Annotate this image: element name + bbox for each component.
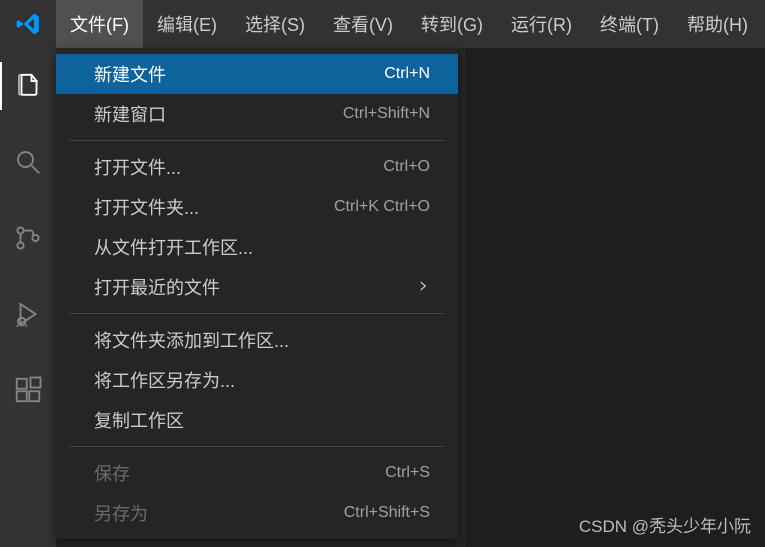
- menu-item-label: 另存为: [94, 500, 344, 526]
- menu-new-window[interactable]: 新建窗口 Ctrl+Shift+N: [56, 94, 458, 134]
- menu-item-shortcut: Ctrl+K Ctrl+O: [334, 198, 430, 216]
- file-menu-dropdown: 新建文件 Ctrl+N 新建窗口 Ctrl+Shift+N 打开文件... Ct…: [56, 48, 458, 539]
- menubar: 文件(F) 编辑(E) 选择(S) 查看(V) 转到(G) 运行(R) 终端(T…: [56, 0, 762, 48]
- menu-edit[interactable]: 编辑(E): [143, 0, 231, 48]
- menu-item-label: 复制工作区: [94, 407, 430, 433]
- menu-save[interactable]: 保存 Ctrl+S: [56, 453, 458, 493]
- explorer-icon[interactable]: [0, 62, 56, 110]
- menu-separator: [70, 313, 444, 314]
- menu-duplicate-workspace[interactable]: 复制工作区: [56, 400, 458, 440]
- extensions-icon[interactable]: [0, 366, 56, 414]
- source-control-icon[interactable]: [0, 214, 56, 262]
- menu-save-as[interactable]: 另存为 Ctrl+Shift+S: [56, 493, 458, 533]
- menu-view[interactable]: 查看(V): [319, 0, 407, 48]
- menu-item-shortcut: Ctrl+Shift+N: [343, 105, 430, 123]
- menu-item-shortcut: Ctrl+S: [385, 464, 430, 482]
- menu-item-label: 打开文件夹...: [94, 194, 334, 220]
- menu-item-label: 将文件夹添加到工作区...: [94, 327, 430, 353]
- menu-item-label: 打开文件...: [94, 154, 383, 180]
- menu-go[interactable]: 转到(G): [407, 0, 497, 48]
- menu-save-workspace-as[interactable]: 将工作区另存为...: [56, 360, 458, 400]
- menu-new-file[interactable]: 新建文件 Ctrl+N: [56, 54, 458, 94]
- menu-add-folder-to-workspace[interactable]: 将文件夹添加到工作区...: [56, 320, 458, 360]
- menu-separator: [70, 140, 444, 141]
- chevron-right-icon: [416, 277, 430, 298]
- menu-selection[interactable]: 选择(S): [231, 0, 319, 48]
- menu-item-label: 从文件打开工作区...: [94, 234, 430, 260]
- watermark: CSDN @秃头少年小阮: [579, 512, 751, 537]
- menu-item-label: 保存: [94, 460, 385, 486]
- menu-item-label: 打开最近的文件: [94, 274, 416, 300]
- editor-right-panel: [467, 48, 765, 547]
- menu-open-recent[interactable]: 打开最近的文件: [56, 267, 458, 307]
- menu-file[interactable]: 文件(F): [56, 0, 143, 48]
- activitybar: [0, 48, 56, 547]
- menu-item-label: 新建文件: [94, 61, 384, 87]
- menu-terminal[interactable]: 终端(T): [586, 0, 673, 48]
- vscode-logo: [0, 11, 56, 37]
- menu-item-shortcut: Ctrl+Shift+S: [344, 504, 430, 522]
- menu-item-label: 将工作区另存为...: [94, 367, 430, 393]
- run-debug-icon[interactable]: [0, 290, 56, 338]
- menu-help[interactable]: 帮助(H): [673, 0, 762, 48]
- menu-separator: [70, 446, 444, 447]
- titlebar: 文件(F) 编辑(E) 选择(S) 查看(V) 转到(G) 运行(R) 终端(T…: [0, 0, 765, 48]
- search-icon[interactable]: [0, 138, 56, 186]
- menu-run[interactable]: 运行(R): [497, 0, 586, 48]
- menu-open-workspace-from-file[interactable]: 从文件打开工作区...: [56, 227, 458, 267]
- vscode-icon: [15, 11, 41, 37]
- menu-item-shortcut: Ctrl+N: [384, 65, 430, 83]
- menu-item-shortcut: Ctrl+O: [383, 158, 430, 176]
- menu-open-folder[interactable]: 打开文件夹... Ctrl+K Ctrl+O: [56, 187, 458, 227]
- menu-open-file[interactable]: 打开文件... Ctrl+O: [56, 147, 458, 187]
- menu-item-label: 新建窗口: [94, 101, 343, 127]
